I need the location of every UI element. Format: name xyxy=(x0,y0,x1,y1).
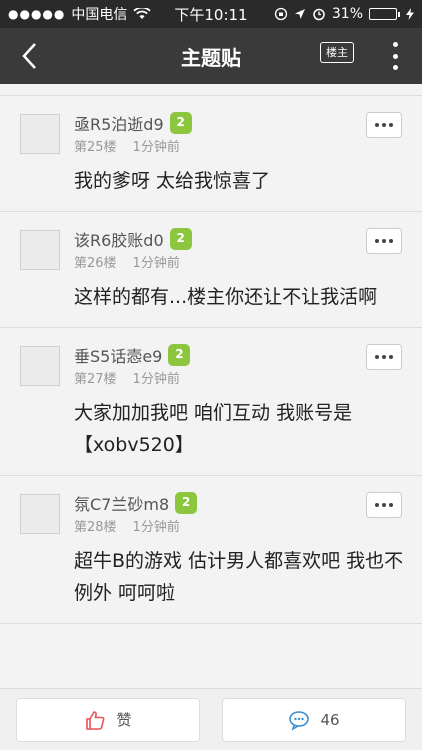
back-button[interactable] xyxy=(14,40,44,72)
post-more-button[interactable] xyxy=(366,112,402,138)
level-badge: 2 xyxy=(175,492,198,514)
battery-percent: 31% xyxy=(331,6,363,22)
divider xyxy=(0,84,422,96)
like-button[interactable]: 赞 xyxy=(16,697,200,742)
avatar[interactable] xyxy=(20,230,60,270)
page-title: 主题贴 xyxy=(181,45,241,70)
post-list[interactable]: 亟R5泊逝d9 2 第25楼 1分钟前 我的爹呀 太给我惊喜了 该R6胶账d0 2 第26楼 1… xyxy=(0,84,422,688)
thumbs-up-icon xyxy=(86,710,105,730)
post-time: 1分钟前 xyxy=(132,140,180,155)
wifi-icon xyxy=(133,8,151,19)
comment-button[interactable]: 46 xyxy=(222,697,406,742)
chevron-left-icon xyxy=(22,43,36,69)
post-content: 这样的都有...楼主你还让不让我活啊 xyxy=(74,286,378,308)
comment-count: 46 xyxy=(320,710,340,729)
status-left: ●●●●● 中国电信 xyxy=(8,4,151,24)
post-meta: 第26楼 1分钟前 xyxy=(74,252,406,271)
bottom-bar: 赞 46 xyxy=(0,688,422,750)
orientation-lock-icon xyxy=(274,7,288,21)
alarm-icon xyxy=(313,8,325,21)
battery-icon xyxy=(369,8,400,20)
post-item[interactable]: 该R6胶账d0 2 第26楼 1分钟前这样的都有...楼主你还让不让我活啊 xyxy=(0,212,422,328)
avatar[interactable] xyxy=(20,494,60,534)
username[interactable]: 该R6胶账d0 xyxy=(74,227,164,251)
post-time: 1分钟前 xyxy=(132,520,180,535)
level-badge: 2 xyxy=(168,344,191,366)
owner-only-button[interactable]: 楼主 xyxy=(320,42,354,63)
carrier-label: 中国电信 xyxy=(71,7,128,23)
post-item[interactable]: 垂S5话悫e9 2 第27楼 1分钟前大家加加我吧 咱们互动 我账号是【xobv520… xyxy=(0,328,422,476)
user-line: 垂S5话悫e9 2 xyxy=(74,344,406,366)
status-bar: ●●●●● 中国电信 下午10:11 31% xyxy=(0,0,422,28)
user-line: 该R6胶账d0 2 xyxy=(74,228,406,250)
avatar[interactable] xyxy=(20,114,60,154)
comment-icon xyxy=(289,710,310,731)
status-right: 31% xyxy=(274,6,414,22)
signal-strength-icon: ●●●●● xyxy=(8,7,66,21)
user-line: 亟R5泊逝d9 2 xyxy=(74,112,406,134)
post-content: 我的爹呀 太给我惊喜了 xyxy=(74,170,271,192)
like-label: 赞 xyxy=(116,711,132,729)
user-line: 氛C7兰砂m8 2 xyxy=(74,492,406,514)
post-content: 大家加加我吧 咱们互动 我账号是【xobv520】 xyxy=(74,402,353,456)
floor-number: 第27楼 xyxy=(74,372,117,387)
post-item[interactable]: 亟R5泊逝d9 2 第25楼 1分钟前我的爹呀 太给我惊喜了 xyxy=(0,96,422,212)
username[interactable]: 氛C7兰砂m8 xyxy=(74,491,169,515)
post-item[interactable]: 氛C7兰砂m8 2 第28楼 1分钟前超牛B的游戏 估计男人都喜欢吧 我也不例外 呵呵… xyxy=(0,476,422,624)
post-more-button[interactable] xyxy=(366,492,402,518)
username[interactable]: 垂S5话悫e9 xyxy=(74,343,162,367)
post-time: 1分钟前 xyxy=(132,256,180,271)
floor-number: 第28楼 xyxy=(74,520,117,535)
level-badge: 2 xyxy=(169,112,192,134)
post-meta: 第27楼 1分钟前 xyxy=(74,368,406,387)
post-more-button[interactable] xyxy=(366,344,402,370)
floor-number: 第25楼 xyxy=(74,140,117,155)
post-meta: 第28楼 1分钟前 xyxy=(74,516,406,535)
nav-bar: 主题贴 楼主 xyxy=(0,28,422,84)
post-content: 超牛B的游戏 估计男人都喜欢吧 我也不例外 呵呵啦 xyxy=(74,550,404,604)
post-meta: 第25楼 1分钟前 xyxy=(74,136,406,155)
username[interactable]: 亟R5泊逝d9 xyxy=(74,111,164,135)
floor-number: 第26楼 xyxy=(74,256,117,271)
post-time: 1分钟前 xyxy=(132,372,180,387)
more-options-button[interactable] xyxy=(390,42,400,70)
post-more-button[interactable] xyxy=(366,228,402,254)
avatar[interactable] xyxy=(20,346,60,386)
level-badge: 2 xyxy=(169,228,192,250)
location-icon xyxy=(294,9,305,19)
charging-icon xyxy=(406,8,414,20)
